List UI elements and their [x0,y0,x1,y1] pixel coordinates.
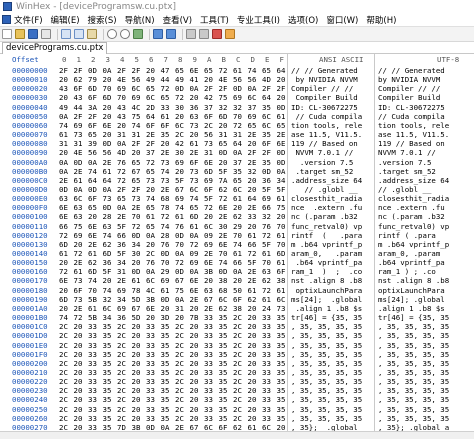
hex-byte[interactable]: 6C [262,423,271,431]
toolbar-separator [149,28,150,40]
menu-options[interactable]: 选项(O) [288,14,318,26]
hex-byte[interactable]: 6C [204,423,213,431]
hex-column-label: E [265,55,270,64]
menu-file[interactable]: 文件(F) [14,14,43,26]
hash-icon[interactable] [225,29,235,39]
hex-byte[interactable]: 0D [146,423,155,431]
menu-window[interactable]: 窗口(W) [326,14,358,26]
row-offset: 00000270 [12,422,48,431]
menu-search[interactable]: 搜索(S) [88,14,117,26]
toolbar-separator [57,28,58,40]
window-title: WinHex - [deviceProgramsw.cu.ptx] [16,1,177,12]
hex-byte[interactable]: 3B [132,423,141,431]
hex-byte[interactable]: 33 [88,423,97,431]
save-icon[interactable] [28,29,38,39]
hex-editor-view[interactable]: Offset ANSI ASCII UTF-8 01 23 45 67 89 AB CD EF… [0,54,474,431]
hex-byte[interactable]: 61 [248,423,257,431]
go-to-offset-icon[interactable] [133,29,143,39]
hex-column-label: 3 [105,55,110,64]
ansi-divider [287,54,288,431]
hex-column-label: D [250,55,255,64]
menu-help[interactable]: 帮助(H) [366,14,396,26]
hex-column-label: 1 [76,55,81,64]
hex-row: 00000270 2C 20 33 35 7D 3B 0D 0A 2E 67 6C 6F 62 61 6C 20… [0,422,474,431]
hex-column-label: 9 [192,55,197,64]
paste-icon[interactable] [87,29,97,39]
document-icon[interactable] [2,15,11,24]
open-folder-icon[interactable] [15,29,25,39]
hex-byte[interactable]: 7D [117,423,126,431]
hex-column-label: 4 [120,55,125,64]
utf8-divider [374,54,375,431]
menu-view[interactable]: 查看(V) [163,14,192,26]
hex-byte[interactable]: 6F [219,423,228,431]
hex-byte[interactable]: 20 [277,423,286,431]
ram-icon[interactable] [199,29,209,39]
hex-byte[interactable]: 35 [103,423,112,431]
cut-icon[interactable] [61,29,71,39]
hex-column-label: F [279,55,284,64]
hex-byte[interactable]: 67 [190,423,199,431]
hex-byte[interactable]: 0A [161,423,170,431]
back-arrow-icon[interactable] [153,29,163,39]
hex-column-label: 8 [178,55,183,64]
hex-byte[interactable]: 62 [233,423,242,431]
find-hex-icon[interactable] [120,29,130,39]
toolbar [0,26,474,42]
toolbar-separator [103,28,104,40]
find-icon[interactable] [107,29,117,39]
hex-column-label: 5 [134,55,139,64]
hex-byte[interactable]: 20 [74,423,83,431]
hex-column-label: 0 [62,55,67,64]
menu-pro-tools[interactable]: 专业工具(I) [237,14,280,26]
calculator-icon[interactable] [212,29,222,39]
hex-byte[interactable]: 2C [59,423,68,431]
tab-device-programs[interactable]: devicePrograms.cu.ptx [2,42,108,54]
winhex-app-icon [3,2,12,11]
hex-column-label: B [221,55,226,64]
hex-column-label: 6 [149,55,154,64]
offset-column-label: Offset [12,55,39,64]
print-icon[interactable] [41,29,51,39]
menu-navigation[interactable]: 导航(N) [125,14,155,26]
new-file-icon[interactable] [2,29,12,39]
hex-byte[interactable]: 2E [175,423,184,431]
menu-tools[interactable]: 工具(T) [200,14,229,26]
hex-column-header: Offset ANSI ASCII UTF-8 01 23 45 67 89 AB CD EF [0,54,474,65]
utf8-text[interactable]: , 35}; .global a [378,423,470,431]
hex-column-label: A [207,55,212,64]
copy-icon[interactable] [74,29,84,39]
hex-column-label: 2 [91,55,96,64]
disk-icon[interactable] [186,29,196,39]
document-tab-bar: devicePrograms.cu.ptx [0,42,474,54]
menu-edit[interactable]: 编辑(E) [51,14,80,26]
toolbar-separator [182,28,183,40]
menu-bar: 文件(F) 编辑(E) 搜索(S) 导航(N) 查看(V) 工具(T) 专业工具… [0,13,474,26]
title-bar: WinHex - [deviceProgramsw.cu.ptx] [0,0,474,14]
ansi-column-label: ANSI ASCII [319,55,364,64]
forward-arrow-icon[interactable] [166,29,176,39]
utf8-column-label: UTF-8 [437,55,460,64]
hex-column-label: 7 [163,55,168,64]
hex-column-label: C [236,55,241,64]
